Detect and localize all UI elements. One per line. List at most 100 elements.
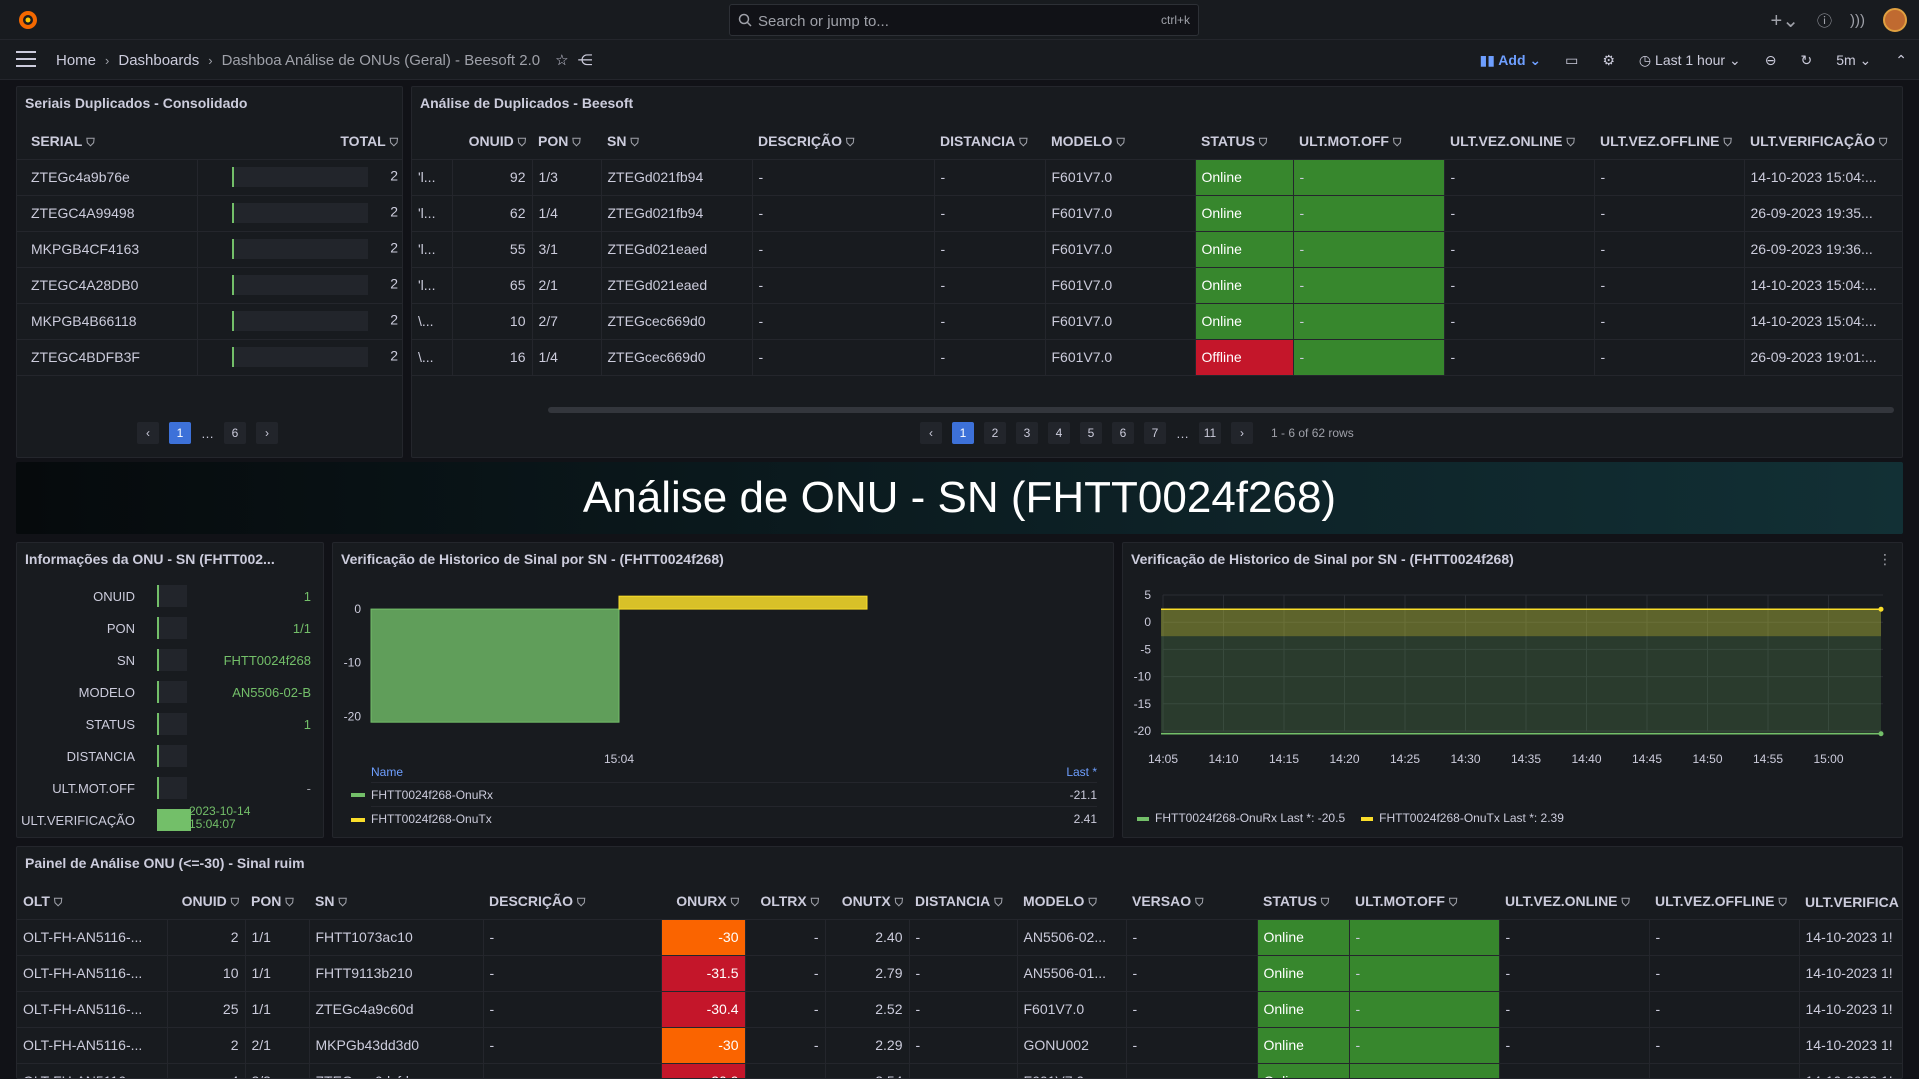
filter-icon[interactable]: ⛉ xyxy=(895,897,903,909)
filter-icon[interactable]: ⛉ xyxy=(731,897,739,909)
page-button[interactable]: 1 xyxy=(952,422,974,444)
page-button[interactable]: 3 xyxy=(1016,422,1038,444)
page-button[interactable]: 6 xyxy=(1112,422,1134,444)
column-header-versao[interactable]: VERSAO ⛉ xyxy=(1126,885,1257,920)
filter-icon[interactable]: ⛉ xyxy=(338,897,346,909)
filter-icon[interactable]: ⛉ xyxy=(54,897,62,909)
column-header-ult-mot-off[interactable]: ULT.MOT.OFF ⛉ xyxy=(1293,125,1444,160)
column-header-distancia[interactable]: DISTANCIA ⛉ xyxy=(909,885,1017,920)
bar-fhtt0024f268-onurx[interactable] xyxy=(370,608,620,723)
filter-icon[interactable]: ⛉ xyxy=(811,897,819,909)
column-header-ult-vez-offline[interactable]: ULT.VEZ.OFFLINE ⛉ xyxy=(1594,125,1744,160)
filter-icon[interactable]: ⛉ xyxy=(1449,897,1457,909)
column-header-onuid[interactable]: ONUID ⛉ xyxy=(452,125,532,160)
column-header-pon[interactable]: PON ⛉ xyxy=(245,885,309,920)
next-page-button[interactable]: › xyxy=(256,422,278,444)
data-point[interactable] xyxy=(1878,731,1884,737)
add-button[interactable]: ▮▮ Add ⌄ xyxy=(1479,52,1541,69)
column-header-status[interactable]: STATUS ⛉ xyxy=(1195,125,1293,160)
filter-icon[interactable]: ⛉ xyxy=(390,137,398,149)
column-header-olt[interactable]: OLT ⛉ xyxy=(17,885,167,920)
legend-header-name[interactable]: Name xyxy=(371,765,403,782)
column-header-ult-vez-online[interactable]: ULT.VEZ.ONLINE ⛉ xyxy=(1444,125,1594,160)
column-header-olt[interactable] xyxy=(412,125,452,160)
next-page-button[interactable]: › xyxy=(1231,422,1253,444)
filter-icon[interactable]: ⛉ xyxy=(1567,137,1575,149)
page-button[interactable]: 1 xyxy=(169,422,191,444)
column-header-total[interactable]: TOTAL ⛉ xyxy=(197,125,402,160)
filter-icon[interactable]: ⛉ xyxy=(630,137,638,149)
legend-item[interactable]: FHTT0024f268-OnuRx -21.1 xyxy=(351,783,1097,807)
column-header-onuid[interactable]: ONUID ⛉ xyxy=(167,885,245,920)
filter-icon[interactable]: ⛉ xyxy=(1116,137,1124,149)
column-header-onurx[interactable]: ONURX ⛉ xyxy=(661,885,745,920)
filter-icon[interactable]: ⛉ xyxy=(285,897,293,909)
collapse-icon[interactable]: ⌃ xyxy=(1895,52,1907,69)
column-header-modelo[interactable]: MODELO ⛉ xyxy=(1045,125,1195,160)
column-header-ult-verifica-o[interactable]: ULT.VERIFICAÇÃO ⛉ xyxy=(1744,125,1902,160)
menu-icon[interactable] xyxy=(16,51,36,69)
column-header-ult-verifica[interactable]: ULT.VERIFICA xyxy=(1799,885,1902,920)
filter-icon[interactable]: ⛉ xyxy=(1088,897,1096,909)
legend-header-last[interactable]: Last * xyxy=(1066,765,1097,782)
rss-icon[interactable]: ))) xyxy=(1850,12,1865,29)
grafana-logo-icon[interactable] xyxy=(16,8,40,32)
time-range-picker[interactable]: ◷ Last 1 hour ⌄ xyxy=(1639,52,1741,69)
refresh-icon[interactable]: ↻ xyxy=(1800,52,1812,69)
legend-item[interactable]: FHTT0024f268-OnuRx Last *: -20.5 xyxy=(1137,811,1345,825)
search-input[interactable]: Search or jump to... ctrl+k xyxy=(729,4,1199,36)
filter-icon[interactable]: ⛉ xyxy=(518,137,526,149)
filter-icon[interactable]: ⛉ xyxy=(1622,897,1630,909)
page-button[interactable]: 6 xyxy=(224,422,246,444)
page-button[interactable]: 4 xyxy=(1048,422,1070,444)
filter-icon[interactable]: ⛉ xyxy=(1321,897,1329,909)
column-header-distancia[interactable]: DISTANCIA ⛉ xyxy=(934,125,1045,160)
column-header-pon[interactable]: PON ⛉ xyxy=(532,125,601,160)
horizontal-scrollbar[interactable] xyxy=(548,407,1894,413)
filter-icon[interactable]: ⛉ xyxy=(1019,137,1027,149)
data-point[interactable] xyxy=(1878,606,1884,612)
star-icon[interactable]: ☆ xyxy=(555,51,568,69)
column-header-modelo[interactable]: MODELO ⛉ xyxy=(1017,885,1126,920)
panel-menu-icon[interactable]: ⋮ xyxy=(1878,551,1892,568)
column-header-ult-vez-offline[interactable]: ULT.VEZ.OFFLINE ⛉ xyxy=(1649,885,1799,920)
page-button[interactable]: 11 xyxy=(1199,422,1221,444)
column-header-ult-vez-online[interactable]: ULT.VEZ.ONLINE ⛉ xyxy=(1499,885,1649,920)
save-icon[interactable]: ▭ xyxy=(1565,52,1578,69)
breadcrumb-home[interactable]: Home xyxy=(56,52,96,69)
refresh-interval-picker[interactable]: 5m ⌄ xyxy=(1836,52,1871,69)
page-button[interactable]: 7 xyxy=(1144,422,1166,444)
filter-icon[interactable]: ⛉ xyxy=(86,137,94,149)
column-header-onutx[interactable]: ONUTX ⛉ xyxy=(825,885,909,920)
legend-item[interactable]: FHTT0024f268-OnuTx Last *: 2.39 xyxy=(1361,811,1564,825)
filter-icon[interactable]: ⛉ xyxy=(1879,137,1887,149)
column-header-ult-mot-off[interactable]: ULT.MOT.OFF ⛉ xyxy=(1349,885,1499,920)
settings-icon[interactable]: ⚙ xyxy=(1602,52,1615,69)
column-header-descri-o[interactable]: DESCRIÇÃO ⛉ xyxy=(483,885,661,920)
plus-icon[interactable]: +⌄ xyxy=(1771,8,1799,33)
page-button[interactable]: 2 xyxy=(984,422,1006,444)
filter-icon[interactable]: ⛉ xyxy=(846,137,854,149)
prev-page-button[interactable]: ‹ xyxy=(920,422,942,444)
filter-icon[interactable]: ⛉ xyxy=(1195,897,1203,909)
page-button[interactable]: 5 xyxy=(1080,422,1102,444)
filter-icon[interactable]: ⛉ xyxy=(577,897,585,909)
column-header-oltrx[interactable]: OLTRX ⛉ xyxy=(745,885,825,920)
filter-icon[interactable]: ⛉ xyxy=(1393,137,1401,149)
filter-icon[interactable]: ⛉ xyxy=(231,897,239,909)
filter-icon[interactable]: ⛉ xyxy=(1779,897,1787,909)
column-header-serial[interactable]: SERIAL ⛉ xyxy=(17,125,197,160)
legend-item[interactable]: FHTT0024f268-OnuTx 2.41 xyxy=(351,807,1097,831)
column-header-sn[interactable]: SN ⛉ xyxy=(309,885,483,920)
filter-icon[interactable]: ⛉ xyxy=(994,897,1002,909)
share-icon[interactable]: ⋲ xyxy=(578,51,593,69)
bar-fhtt0024f268-onutx[interactable] xyxy=(618,595,868,610)
filter-icon[interactable]: ⛉ xyxy=(1259,137,1267,149)
zoom-out-icon[interactable]: ⊖ xyxy=(1765,52,1777,69)
help-icon[interactable]: ⓘ xyxy=(1817,10,1832,31)
column-header-sn[interactable]: SN ⛉ xyxy=(601,125,752,160)
column-header-descri-o[interactable]: DESCRIÇÃO ⛉ xyxy=(752,125,934,160)
filter-icon[interactable]: ⛉ xyxy=(572,137,580,149)
breadcrumb-dashboards[interactable]: Dashboards xyxy=(118,52,199,69)
avatar[interactable] xyxy=(1883,8,1907,32)
